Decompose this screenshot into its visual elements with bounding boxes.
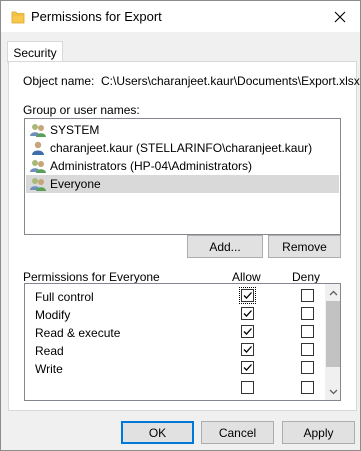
deny-checkbox[interactable] — [301, 289, 314, 302]
close-button[interactable] — [320, 1, 360, 32]
tab-label: Security — [13, 45, 57, 60]
scroll-up-button[interactable] — [325, 284, 340, 301]
users-icon — [30, 124, 46, 137]
user-icon — [32, 141, 44, 155]
user-label: Administrators (HP-04\Administrators) — [50, 159, 253, 173]
users-icon — [30, 160, 46, 173]
allow-checkbox[interactable] — [241, 325, 254, 338]
permissions-scrollbar[interactable] — [325, 284, 340, 400]
permission-row: Modify — [25, 306, 325, 324]
checkmark-icon — [243, 310, 252, 317]
checkmark-icon — [243, 292, 252, 299]
title-bar[interactable]: Permissions for Export — [1, 1, 360, 32]
allow-header: Allow — [232, 270, 261, 284]
deny-checkbox[interactable] — [301, 361, 314, 374]
allow-checkbox[interactable] — [241, 343, 254, 356]
list-item[interactable]: charanjeet.kaur (STELLARINFO\charanjeet.… — [26, 139, 339, 157]
folder-icon — [11, 11, 25, 24]
permissions-list[interactable]: Full control Modify Read & execute Read Writ… — [24, 283, 341, 401]
ok-button[interactable]: OK — [121, 421, 194, 444]
user-label: charanjeet.kaur (STELLARINFO\charanjeet.… — [50, 141, 313, 155]
checkmark-icon — [243, 364, 252, 371]
permission-name: Modify — [35, 308, 71, 322]
users-icon — [30, 178, 46, 191]
list-item[interactable]: Administrators (HP-04\Administrators) — [26, 157, 339, 175]
allow-checkbox[interactable] — [241, 307, 254, 320]
permissions-header: Permissions for Everyone — [23, 270, 160, 284]
chevron-down-icon — [329, 389, 338, 394]
apply-button-label: Apply — [303, 425, 334, 440]
partial-checkbox — [241, 381, 254, 394]
remove-button-label: Remove — [282, 239, 327, 254]
chevron-up-icon — [329, 290, 338, 295]
permissions-dialog: Permissions for Export Security Object n… — [0, 0, 361, 451]
group-user-list[interactable]: SYSTEM charanjeet.kaur (STELLARINFO\char… — [24, 118, 341, 235]
permission-name: Read & execute — [35, 326, 121, 340]
permission-row: Write — [25, 360, 325, 378]
add-button[interactable]: Add... — [187, 235, 263, 258]
close-icon — [334, 11, 346, 22]
permission-row: Read — [25, 342, 325, 360]
partial-checkbox — [301, 381, 314, 394]
cancel-button-label: Cancel — [218, 425, 257, 440]
checkmark-icon — [243, 328, 252, 335]
tab-strip: Security — [1, 32, 360, 63]
list-item[interactable]: SYSTEM — [26, 121, 339, 139]
permission-row: Full control — [25, 287, 325, 306]
partial-row — [25, 380, 325, 398]
checkmark-icon — [243, 346, 252, 353]
tab-security[interactable]: Security — [7, 41, 63, 63]
user-label: Everyone — [50, 177, 101, 191]
window-title: Permissions for Export — [31, 9, 162, 24]
deny-checkbox[interactable] — [301, 325, 314, 338]
deny-checkbox[interactable] — [301, 343, 314, 356]
user-label: SYSTEM — [50, 123, 100, 137]
deny-checkbox[interactable] — [301, 307, 314, 320]
deny-header: Deny — [292, 270, 321, 284]
group-user-names-label: Group or user names: — [23, 103, 140, 117]
security-panel: Object name: C:\Users\charanjeet.kaur\Do… — [8, 61, 360, 411]
permission-name: Full control — [35, 290, 94, 304]
apply-button[interactable]: Apply — [282, 421, 355, 444]
permission-name: Read — [35, 344, 64, 358]
remove-button[interactable]: Remove — [268, 235, 341, 258]
object-name-value: C:\Users\charanjeet.kaur\Documents\Expor… — [101, 74, 360, 88]
object-name-label: Object name: — [23, 74, 95, 88]
add-button-label: Add... — [209, 239, 241, 254]
ok-button-label: OK — [148, 425, 167, 440]
permission-name: Write — [35, 362, 63, 376]
allow-checkbox[interactable] — [239, 287, 256, 304]
cancel-button[interactable]: Cancel — [201, 421, 274, 444]
list-item[interactable]: Everyone — [26, 175, 339, 193]
scroll-down-button[interactable] — [325, 383, 340, 400]
scroll-thumb[interactable] — [326, 301, 340, 367]
permission-row: Read & execute — [25, 324, 325, 342]
allow-checkbox[interactable] — [241, 361, 254, 374]
